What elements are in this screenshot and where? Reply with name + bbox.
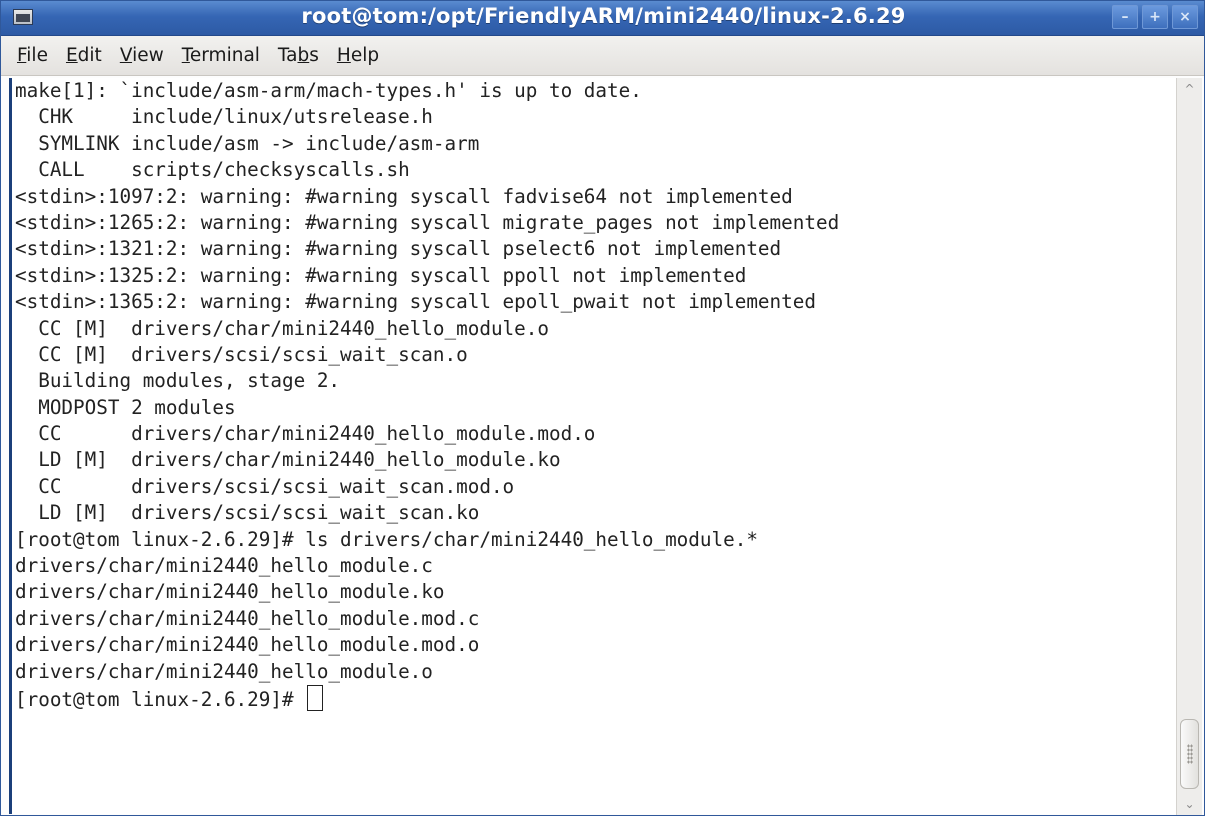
terminal-line: SYMLINK include/asm -> include/asm-arm bbox=[15, 131, 480, 155]
menu-terminal-label: erminal bbox=[189, 45, 260, 66]
menu-help-label: elp bbox=[350, 45, 380, 66]
menu-tabs-mnemonic: b bbox=[297, 45, 310, 66]
shell-prompt: [root@tom linux-2.6.29]# bbox=[15, 687, 306, 711]
title-bar[interactable]: root@tom:/opt/FriendlyARM/mini2440/linux… bbox=[1, 1, 1204, 36]
terminal-output[interactable]: make[1]: `include/asm-arm/mach-types.h' … bbox=[9, 78, 1177, 814]
terminal-line: LD [M] drivers/scsi/scsi_wait_scan.ko bbox=[15, 501, 480, 525]
terminal-line: make[1]: `include/asm-arm/mach-types.h' … bbox=[15, 79, 642, 102]
terminal-line: <stdin>:1265:2: warning: #warning syscal… bbox=[15, 210, 840, 234]
terminal-line: [root@tom linux-2.6.29]# ls drivers/char… bbox=[15, 527, 758, 551]
menu-view-label: iew bbox=[132, 45, 164, 66]
terminal-line: drivers/char/mini2440_hello_module.c bbox=[15, 554, 433, 578]
menu-view[interactable]: View bbox=[120, 45, 164, 66]
terminal-line: CC [M] drivers/char/mini2440_hello_modul… bbox=[15, 316, 549, 340]
terminal-line: Building modules, stage 2. bbox=[15, 369, 341, 393]
menu-tabs-label-pre: Ta bbox=[277, 45, 298, 66]
terminal-prompt-line[interactable]: [root@tom linux-2.6.29]# bbox=[12, 684, 1177, 711]
menu-tabs-label: s bbox=[309, 45, 319, 66]
terminal-line: MODPOST 2 modules bbox=[15, 395, 236, 419]
menu-file-label: ile bbox=[26, 45, 48, 66]
menu-file[interactable]: File bbox=[17, 45, 48, 66]
terminal-window: root@tom:/opt/FriendlyARM/mini2440/linux… bbox=[0, 0, 1205, 816]
window-title: root@tom:/opt/FriendlyARM/mini2440/linux… bbox=[301, 4, 906, 28]
scroll-down-arrow-icon[interactable]: ⌄ bbox=[1177, 793, 1202, 815]
vertical-scrollbar[interactable]: ^ ⌄ bbox=[1176, 78, 1202, 815]
terminal-line: drivers/char/mini2440_hello_module.ko bbox=[15, 580, 445, 604]
menu-terminal[interactable]: Terminal bbox=[182, 45, 260, 66]
terminal-line: <stdin>:1097:2: warning: #warning syscal… bbox=[15, 184, 793, 208]
menu-bar: File Edit View Terminal Tabs Help bbox=[1, 36, 1204, 76]
terminal-line: drivers/char/mini2440_hello_module.mod.c bbox=[15, 606, 480, 630]
scroll-up-arrow-icon[interactable]: ^ bbox=[1177, 78, 1202, 100]
terminal-line: <stdin>:1325:2: warning: #warning syscal… bbox=[15, 263, 747, 287]
menu-help-mnemonic: H bbox=[336, 45, 351, 66]
terminal-line: drivers/char/mini2440_hello_module.o bbox=[15, 659, 433, 683]
menu-help[interactable]: Help bbox=[337, 45, 379, 66]
menu-edit[interactable]: Edit bbox=[66, 45, 102, 66]
close-button[interactable]: × bbox=[1172, 5, 1198, 29]
menu-terminal-mnemonic: T bbox=[181, 45, 190, 66]
window-controls: – + × bbox=[1112, 5, 1198, 29]
menu-edit-mnemonic: E bbox=[65, 45, 78, 66]
terminal-line: LD [M] drivers/char/mini2440_hello_modul… bbox=[15, 448, 561, 472]
minimize-button[interactable]: – bbox=[1112, 5, 1138, 29]
maximize-button[interactable]: + bbox=[1142, 5, 1168, 29]
menu-edit-label: dit bbox=[77, 45, 102, 66]
menu-view-mnemonic: V bbox=[119, 45, 133, 66]
terminal-line: CALL scripts/checksyscalls.sh bbox=[15, 158, 410, 182]
terminal-line: CHK include/linux/utsrelease.h bbox=[15, 105, 433, 129]
menu-file-mnemonic: F bbox=[17, 45, 27, 66]
terminal-line: CC drivers/char/mini2440_hello_module.mo… bbox=[15, 422, 596, 446]
scrollbar-thumb[interactable] bbox=[1180, 719, 1199, 789]
grip-icon bbox=[1187, 744, 1193, 764]
menu-tabs[interactable]: Tabs bbox=[278, 45, 319, 66]
text-cursor bbox=[307, 684, 324, 711]
terminal-line: <stdin>:1321:2: warning: #warning syscal… bbox=[15, 237, 782, 261]
terminal-line: <stdin>:1365:2: warning: #warning syscal… bbox=[15, 290, 816, 314]
terminal-line: drivers/char/mini2440_hello_module.mod.o bbox=[15, 633, 480, 657]
terminal-line: CC drivers/scsi/scsi_wait_scan.mod.o bbox=[15, 474, 515, 498]
terminal-line: CC [M] drivers/scsi/scsi_wait_scan.o bbox=[15, 342, 468, 366]
